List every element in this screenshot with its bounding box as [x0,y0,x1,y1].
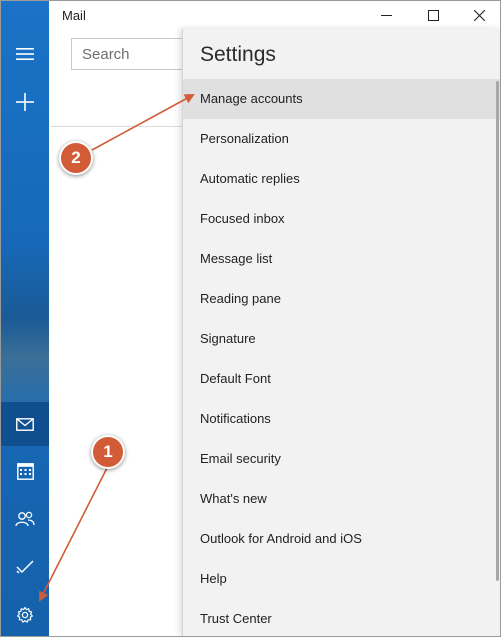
settings-pane: Settings Manage accounts Personalization… [182,29,500,636]
annotation-marker-2: 2 [59,141,93,175]
people-nav-button[interactable] [1,499,49,539]
hamburger-menu-icon [16,48,34,60]
settings-item-trust-center[interactable]: Trust Center [183,599,500,636]
settings-item-automatic-replies[interactable]: Automatic replies [183,159,500,199]
settings-item-focused-inbox[interactable]: Focused inbox [183,199,500,239]
minimize-icon [380,14,392,16]
settings-item-outlook-mobile[interactable]: Outlook for Android and iOS [183,519,500,559]
settings-scrollbar[interactable] [496,81,499,581]
mail-icon [16,417,34,431]
settings-list: Manage accounts Personalization Automati… [183,79,500,636]
hamburger-menu-button[interactable] [1,34,49,74]
calendar-icon [16,462,34,480]
maximize-icon [427,9,439,21]
minimize-button[interactable] [371,3,401,27]
settings-item-reading-pane[interactable]: Reading pane [183,279,500,319]
new-mail-button[interactable] [1,82,49,122]
search-placeholder: Search [82,45,130,63]
gear-icon [17,606,33,623]
settings-item-message-list[interactable]: Message list [183,239,500,279]
close-button[interactable] [464,3,494,27]
close-icon [473,9,485,21]
settings-nav-button[interactable] [1,595,49,635]
todo-check-icon [16,560,34,574]
mail-nav-button[interactable] [1,402,49,446]
settings-item-email-security[interactable]: Email security [183,439,500,479]
settings-title: Settings [200,43,276,66]
people-icon [15,511,35,527]
maximize-button[interactable] [418,3,448,27]
settings-item-help[interactable]: Help [183,559,500,599]
settings-item-default-font[interactable]: Default Font [183,359,500,399]
settings-item-personalization[interactable]: Personalization [183,119,500,159]
annotation-marker-1: 1 [91,435,125,469]
settings-item-notifications[interactable]: Notifications [183,399,500,439]
app-title: Mail [62,8,86,23]
calendar-nav-button[interactable] [1,451,49,491]
list-divider [51,126,183,127]
mail-window: Mail Search Settings Manage accounts Per… [0,0,501,637]
settings-item-manage-accounts[interactable]: Manage accounts [183,79,500,119]
new-mail-plus-icon [16,93,34,111]
settings-item-whats-new[interactable]: What's new [183,479,500,519]
settings-item-signature[interactable]: Signature [183,319,500,359]
todo-nav-button[interactable] [1,547,49,587]
navigation-rail [1,1,49,636]
